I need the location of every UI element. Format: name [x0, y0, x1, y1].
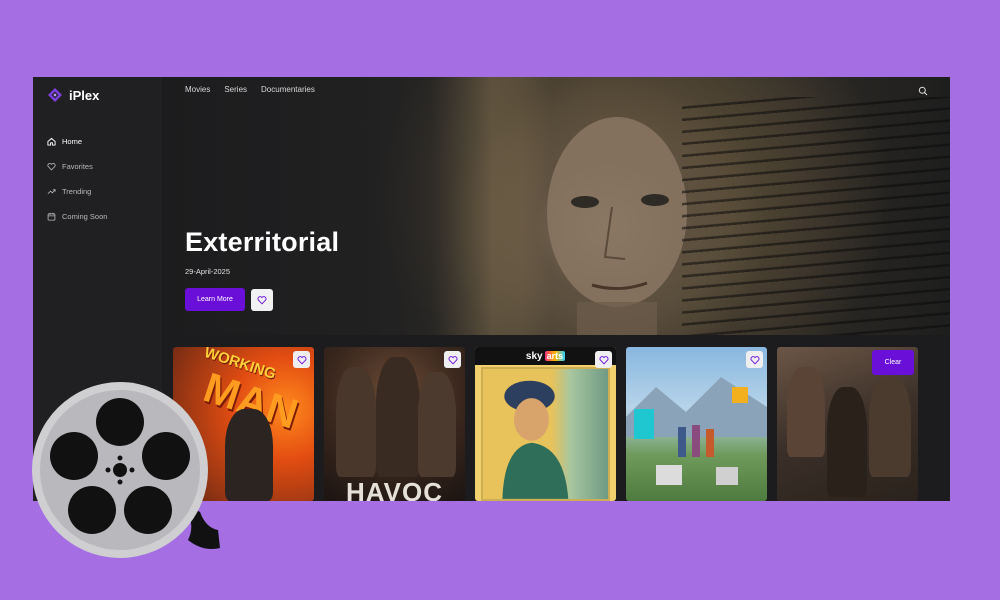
hero-image-bars	[682, 97, 950, 335]
logo-icon	[48, 88, 62, 102]
heart-icon	[257, 296, 267, 305]
movie-card-row: WORKING MAN HAVOC sky arts Clear	[173, 347, 950, 501]
heart-icon	[750, 355, 759, 364]
sidebar-item-label: Coming Soon	[62, 212, 108, 221]
nav-documentaries[interactable]: Documentaries	[261, 85, 315, 94]
hero-title: Exterritorial	[185, 227, 340, 257]
hero-favorite-button[interactable]	[251, 289, 273, 311]
hero-date: 29-April-2025	[185, 267, 231, 276]
sidebar-item-label: Trending	[62, 187, 92, 196]
movie-card-minecraft[interactable]	[626, 347, 767, 501]
portrait-figure	[502, 380, 569, 499]
poster-figure	[787, 367, 825, 457]
trending-icon	[47, 189, 56, 195]
channel-badge-arts: arts	[544, 351, 566, 361]
favorite-button[interactable]	[746, 351, 763, 368]
learn-more-button[interactable]: Learn More	[185, 288, 245, 311]
poster-figure	[336, 367, 376, 477]
poster-figure	[827, 387, 867, 497]
poster-figure	[225, 409, 273, 501]
movie-card-thunderbolts[interactable]: Clear	[777, 347, 918, 501]
favorite-button[interactable]	[293, 351, 310, 368]
hero-banner: Movies Series Documentaries Exterritoria…	[162, 77, 950, 335]
sidebar-item-coming-soon[interactable]: Coming Soon	[47, 204, 107, 229]
poster-figure	[869, 377, 911, 477]
poster-scene	[626, 377, 767, 485]
poster-painting	[481, 367, 610, 501]
sidebar-item-label: Home	[62, 137, 83, 146]
sidebar-nav: Home Favorites Trending Coming Soon	[47, 129, 107, 229]
favorite-button[interactable]	[444, 351, 461, 368]
heart-icon	[448, 355, 457, 364]
heart-icon	[47, 163, 56, 171]
movie-card-havoc[interactable]: HAVOC	[324, 347, 465, 501]
sidebar-item-label: Favorites	[62, 162, 93, 171]
movie-card-van-gogh[interactable]: sky arts	[475, 347, 616, 501]
calendar-icon	[47, 212, 56, 221]
home-icon	[47, 137, 56, 146]
clear-button[interactable]: Clear	[872, 350, 914, 375]
app-name: iPlex	[69, 87, 100, 103]
poster-figure	[418, 372, 456, 477]
poster-title: HAVOC	[346, 477, 443, 501]
nav-movies[interactable]: Movies	[185, 85, 210, 94]
nav-series[interactable]: Series	[224, 85, 247, 94]
poster-figure	[376, 357, 420, 477]
logo[interactable]: iPlex	[47, 87, 99, 103]
heart-icon	[599, 355, 608, 364]
heart-icon	[297, 355, 306, 364]
top-nav: Movies Series Documentaries	[185, 85, 315, 94]
favorite-button[interactable]	[595, 351, 612, 368]
sidebar-item-trending[interactable]: Trending	[47, 179, 107, 204]
sidebar-item-home[interactable]: Home	[47, 129, 107, 154]
film-reel-icon	[32, 382, 220, 558]
search-icon[interactable]	[918, 86, 928, 96]
channel-badge-sky: sky	[525, 350, 543, 362]
sidebar-item-favorites[interactable]: Favorites	[47, 154, 107, 179]
